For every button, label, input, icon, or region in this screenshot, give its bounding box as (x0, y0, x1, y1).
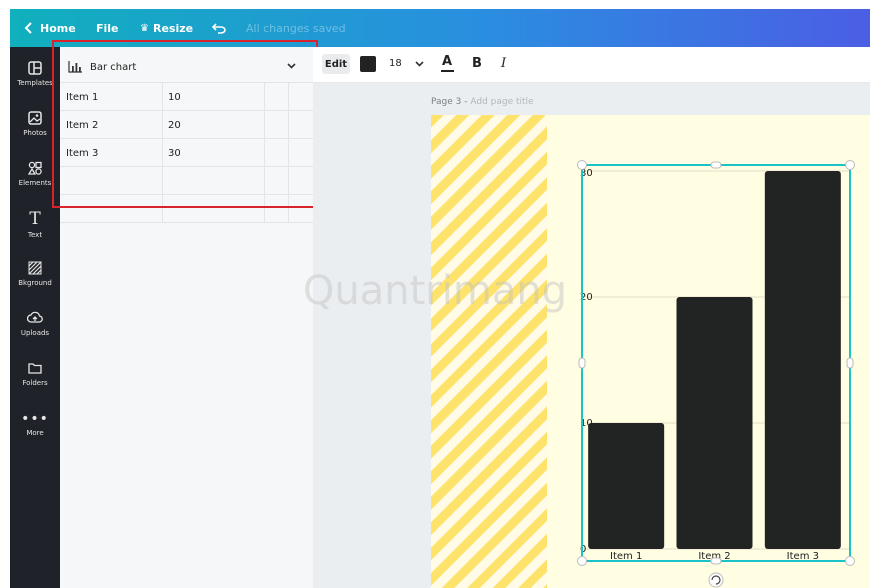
highlight-box (52, 40, 318, 208)
folders-icon (28, 363, 42, 374)
resize-handle[interactable] (710, 557, 722, 565)
design-page[interactable]: 0 10 20 30 Item 1 Item 2 Item 3 (431, 115, 870, 588)
table-divider (60, 222, 313, 224)
watermark: Quantrimang (302, 268, 568, 314)
sidebar-label: Uploads (20, 329, 50, 337)
text-color-icon: A (442, 54, 453, 69)
resize-handle[interactable] (846, 357, 854, 369)
resize-label: Resize (152, 21, 194, 35)
rotate-icon[interactable] (708, 572, 724, 588)
color-swatch[interactable] (360, 56, 376, 72)
chevron-down-icon[interactable] (415, 61, 424, 67)
crown-icon: ♛ (140, 22, 149, 34)
sidebar-item-text[interactable]: T Text (10, 211, 60, 257)
bar (764, 171, 841, 549)
resize-handle[interactable] (845, 556, 855, 566)
resize-handle[interactable] (578, 357, 586, 369)
sidebar-item-folders[interactable]: Folders (10, 361, 60, 407)
toolbar: Edit 18 A B I (313, 47, 870, 83)
text-color-bar (441, 70, 454, 72)
resize-handle[interactable] (577, 160, 587, 170)
templates-icon (28, 61, 42, 75)
home-label: Home (40, 21, 76, 35)
sidebar-label: Photos (23, 129, 47, 137)
page-title-input[interactable]: Add page title (470, 97, 533, 107)
sidebar-item-more[interactable]: ••• More (10, 411, 60, 457)
photos-icon (28, 111, 42, 125)
sidebar-label: Folders (22, 379, 48, 387)
file-label: File (96, 21, 119, 35)
sidebar-label: Elements (18, 179, 52, 187)
resize-handle[interactable] (845, 160, 855, 170)
font-size-value[interactable]: 18 (389, 58, 402, 69)
y-tick-label: 0 (580, 544, 586, 555)
text-icon: T (29, 209, 41, 229)
bold-icon[interactable]: B (472, 56, 482, 71)
bar (588, 423, 665, 549)
sidebar-label: More (26, 429, 44, 437)
edit-button[interactable]: Edit (322, 54, 350, 74)
page-label: Page 3 - Add page title (431, 97, 534, 107)
bar-chart[interactable]: 0102030Item 1 Item 2 Item 3 (431, 115, 870, 588)
sidebar-label: Text (27, 231, 43, 239)
page-number: Page 3 - (431, 97, 471, 107)
italic-icon[interactable]: I (501, 56, 506, 71)
bar (676, 297, 753, 549)
chevron-left-icon (24, 22, 32, 34)
elements-icon (28, 161, 42, 175)
canvas-area: Page 3 - Add page title 0 10 20 30 Item 1 Ite… (313, 83, 870, 588)
more-icon: ••• (21, 411, 49, 427)
sidebar-label: Templates (17, 79, 53, 87)
resize-handle[interactable] (577, 556, 587, 566)
text-color-button[interactable]: A (441, 54, 455, 74)
sidebar-item-uploads[interactable]: Uploads (10, 311, 60, 357)
undo-icon (212, 23, 226, 34)
resize-handle[interactable] (710, 161, 722, 169)
